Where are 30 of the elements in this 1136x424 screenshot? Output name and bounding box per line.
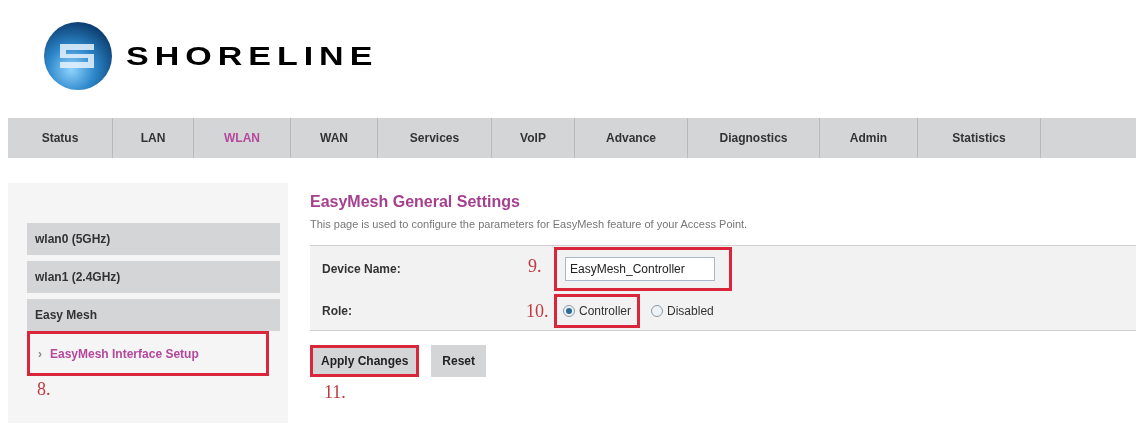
nav-tab[interactable]: WAN	[291, 118, 378, 158]
page-title: EasyMesh General Settings	[310, 192, 521, 212]
sidebar-subitem[interactable]: › EasyMesh Interface Setup	[27, 331, 269, 376]
field-label: Device Name:	[322, 261, 402, 278]
callout-number: 8.	[36, 378, 52, 401]
sidebar-item[interactable]: wlan1 (2.4GHz)	[27, 261, 280, 293]
nav-tab[interactable]: Admin	[820, 118, 918, 158]
radio-option[interactable]: Disabled	[642, 294, 723, 328]
callout-number: 10.	[526, 299, 550, 323]
form-button[interactable]: Reset	[431, 344, 487, 377]
sidebar-item[interactable]: Easy Mesh	[27, 299, 280, 331]
form-button[interactable]: Apply Changes	[310, 344, 420, 377]
page-description: This page is used to configure the parameters for EasyMesh feature of your Access Point.	[310, 217, 749, 232]
nav-tab[interactable]: Statistics	[918, 118, 1041, 158]
callout-number: 9.	[528, 254, 543, 278]
field-label: Role:	[322, 303, 353, 320]
radio-button[interactable]	[651, 305, 664, 317]
callout-number: 11.	[323, 380, 347, 404]
nav-tab[interactable]: Advance	[575, 118, 688, 158]
sidebar-item[interactable]: wlan0 (5GHz)	[27, 223, 280, 255]
nav-tab[interactable]: Diagnostics	[688, 118, 820, 158]
nav-tab[interactable]: VoIP	[492, 118, 575, 158]
globe-logo-icon	[42, 20, 114, 92]
radio-option[interactable]: Controller	[554, 294, 641, 328]
nav-tab[interactable]: LAN	[113, 118, 194, 158]
nav-tab[interactable]: Status	[8, 118, 113, 158]
radio-button[interactable]	[563, 305, 575, 317]
nav-tab[interactable]: Services	[378, 118, 492, 158]
logo-wordmark: SHORELINE	[126, 40, 379, 72]
device-name-field[interactable]: EasyMesh_Controller	[565, 257, 715, 281]
